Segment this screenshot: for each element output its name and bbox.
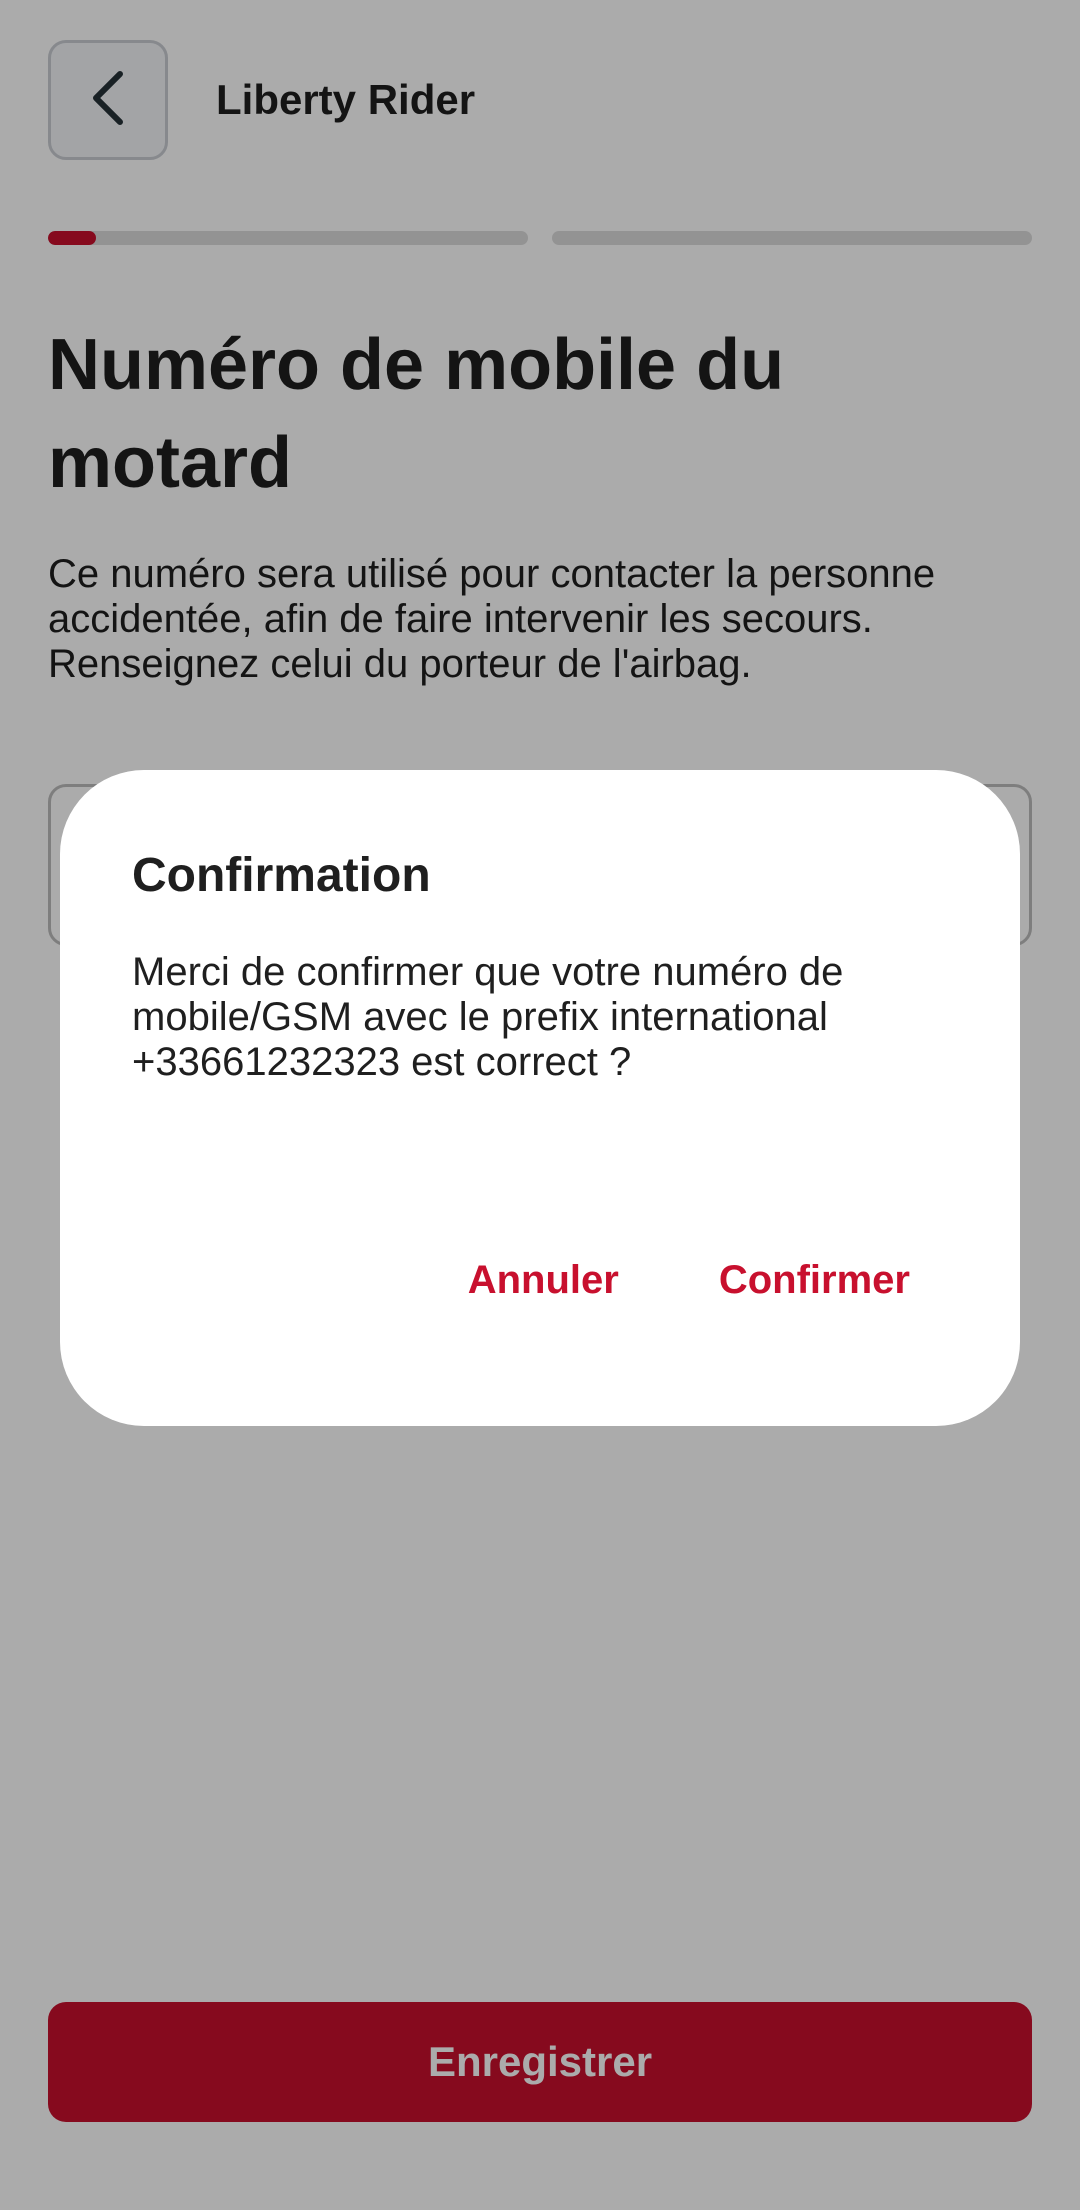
confirm-button[interactable]: Confirmer: [719, 1250, 910, 1310]
dialog-actions: Annuler Confirmer: [468, 1250, 910, 1310]
dialog-message: Merci de confirmer que votre numéro de m…: [132, 950, 844, 1084]
dialog-title: Confirmation: [132, 849, 431, 902]
cancel-button[interactable]: Annuler: [468, 1250, 619, 1310]
confirmation-dialog: Confirmation Merci de confirmer que votr…: [60, 770, 1020, 1426]
